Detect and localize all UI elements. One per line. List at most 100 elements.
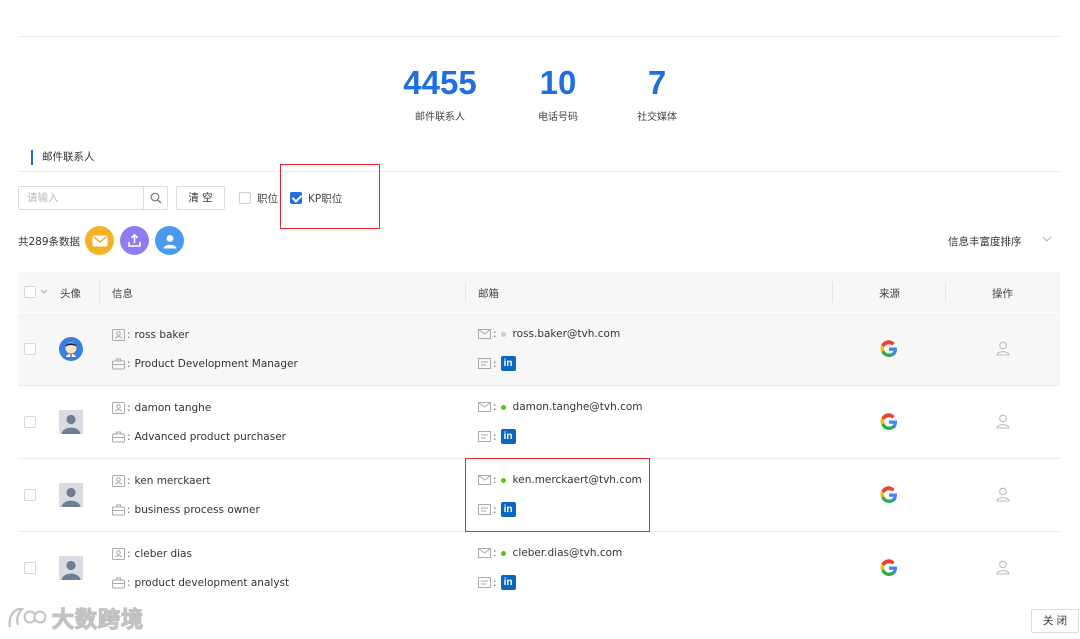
email-line: : damon.tanghe@tvh.com — [478, 401, 643, 413]
stat-social-media[interactable]: 7 社交媒体 — [602, 64, 712, 123]
stat-value: 4455 — [403, 64, 477, 101]
position-checkbox[interactable] — [239, 192, 251, 204]
section-divider — [18, 171, 1060, 172]
info-name-line: : cleber dias — [112, 548, 192, 560]
table-row[interactable]: : ross baker : Product Development Manager… — [18, 313, 1060, 386]
linkedin-icon[interactable]: in — [500, 356, 516, 371]
mail-icon — [478, 329, 491, 339]
id-card-icon — [112, 548, 125, 560]
search-icon — [150, 192, 161, 204]
person-icon — [163, 234, 176, 248]
id-card-icon — [112, 402, 125, 414]
row-checkbox[interactable] — [24, 562, 36, 574]
social-line: : in — [478, 429, 516, 444]
user-icon[interactable] — [996, 341, 1010, 356]
email-line: : cleber.dias@tvh.com — [478, 547, 622, 559]
table-row[interactable]: : damon tanghe : Advanced product purchase… — [18, 386, 1060, 459]
document-icon — [478, 358, 491, 369]
contact-name: ken merckaert — [134, 475, 211, 487]
stats-panel: 4455 邮件联系人 10 电话号码 7 社交媒体 — [0, 64, 1080, 134]
user-icon[interactable] — [996, 487, 1010, 502]
avatar — [59, 337, 83, 361]
google-icon — [880, 486, 897, 504]
mail-icon — [478, 402, 491, 412]
info-title-line: : product development analyst — [112, 577, 289, 589]
id-card-icon — [112, 329, 125, 341]
google-icon — [880, 559, 897, 577]
user-icon[interactable] — [996, 414, 1010, 429]
search-button[interactable] — [143, 187, 167, 209]
linkedin-icon[interactable]: in — [500, 429, 516, 444]
top-divider — [18, 36, 1060, 37]
envelope-icon — [92, 235, 107, 246]
contact-email[interactable]: cleber.dias@tvh.com — [513, 547, 623, 559]
document-icon — [478, 577, 491, 588]
column-action: 操作 — [992, 288, 1013, 300]
contact-name: cleber dias — [134, 548, 192, 560]
info-name-line: : damon tanghe — [112, 402, 211, 414]
contact-name: ross baker — [134, 329, 189, 341]
highlight-box-filter — [280, 164, 380, 229]
email-line: : ross.baker@tvh.com — [478, 328, 620, 340]
linkedin-icon[interactable]: in — [500, 575, 516, 590]
briefcase-icon — [112, 431, 125, 443]
contact-title: business process owner — [134, 504, 260, 516]
position-filter-label: 职位 — [257, 192, 278, 205]
contact-button[interactable] — [155, 226, 184, 255]
google-icon — [880, 413, 897, 431]
stat-label: 邮件联系人 — [415, 112, 465, 123]
avatar — [59, 410, 83, 434]
social-line: : in — [478, 356, 516, 371]
stat-label: 社交媒体 — [637, 112, 677, 123]
info-title-line: : Product Development Manager — [112, 358, 298, 370]
contact-name: damon tanghe — [134, 402, 212, 414]
watermark: 大数跨境 — [6, 602, 144, 634]
watermark-logo-icon — [8, 607, 46, 628]
stat-value: 7 — [647, 64, 667, 101]
stat-email-contacts[interactable]: 4455 邮件联系人 — [385, 64, 495, 123]
chevron-down-icon[interactable] — [1042, 235, 1052, 243]
info-title-line: : business process owner — [112, 504, 260, 516]
stat-label: 电话号码 — [538, 112, 578, 123]
column-divider — [99, 282, 100, 302]
briefcase-icon — [112, 358, 125, 370]
avatar — [59, 483, 83, 507]
row-checkbox[interactable] — [24, 343, 36, 355]
row-checkbox[interactable] — [24, 416, 36, 428]
email-status-dot — [500, 550, 506, 556]
chevron-down-icon[interactable] — [40, 289, 48, 295]
section-title: 邮件联系人 — [31, 150, 95, 165]
search-box — [18, 186, 168, 210]
briefcase-icon — [112, 504, 125, 516]
column-email: 邮箱 — [478, 288, 499, 300]
info-title-line: : Advanced product purchaser — [112, 431, 286, 443]
contact-title: Advanced product purchaser — [134, 431, 286, 443]
export-button[interactable] — [120, 226, 149, 255]
user-icon[interactable] — [996, 560, 1010, 575]
email-action-button[interactable] — [85, 226, 114, 255]
upload-icon — [128, 233, 141, 247]
info-name-line: : ken merckaert — [112, 475, 210, 487]
position-filter[interactable]: 职位 — [239, 191, 278, 205]
watermark-text: 大数跨境 — [51, 607, 145, 633]
sort-select[interactable]: 信息丰富度排序 — [948, 234, 1022, 249]
briefcase-icon — [112, 577, 125, 589]
column-source: 来源 — [879, 288, 900, 300]
info-name-line: : ross baker — [112, 329, 189, 341]
table-row[interactable]: : cleber dias : product development analys… — [18, 532, 1060, 605]
result-count: 共289条数据 — [18, 236, 81, 248]
row-checkbox[interactable] — [24, 489, 36, 501]
contact-email[interactable]: damon.tanghe@tvh.com — [513, 401, 643, 413]
clear-button[interactable]: 清 空 — [176, 186, 225, 210]
contact-title: product development analyst — [134, 577, 290, 589]
id-card-icon — [112, 475, 125, 487]
mail-icon — [478, 548, 491, 558]
close-button[interactable]: 关 闭 — [1031, 609, 1079, 633]
column-divider — [832, 282, 833, 302]
column-avatar: 头像 — [60, 288, 81, 300]
search-input[interactable] — [19, 187, 145, 209]
contact-email[interactable]: ross.baker@tvh.com — [513, 328, 621, 340]
select-all-checkbox[interactable] — [24, 286, 36, 298]
stat-phone-numbers[interactable]: 10 电话号码 — [503, 64, 613, 123]
social-line: : in — [478, 575, 516, 590]
